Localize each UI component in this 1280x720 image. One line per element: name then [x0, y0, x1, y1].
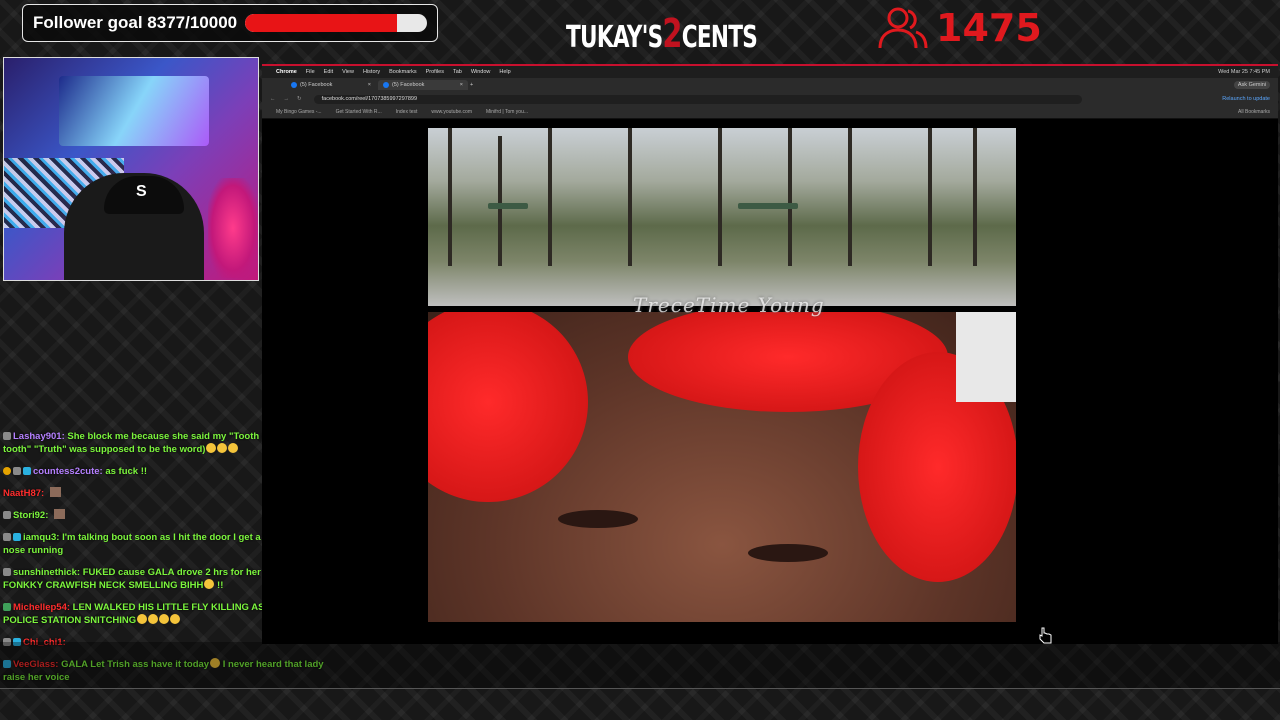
menu-item-view[interactable]: View — [342, 69, 354, 75]
cap-logo-icon: S — [136, 183, 147, 200]
mac-menu-bar: Chrome File Edit View History Bookmarks Profil… — [262, 66, 1278, 78]
follower-goal-label: Follower goal 8377/10000 — [33, 13, 238, 32]
chat-emote-image-icon — [49, 487, 61, 497]
bookmark-item[interactable]: Index test — [396, 109, 418, 115]
reload-icon[interactable]: ↻ — [297, 96, 302, 102]
relaunch-button[interactable]: Relaunch to update — [1222, 96, 1270, 102]
chat-badge-icon — [3, 603, 11, 611]
follower-goal-widget: Follower goal 8377/10000 — [22, 4, 438, 42]
menu-item-window[interactable]: Window — [471, 69, 491, 75]
emoji-icon — [170, 614, 181, 624]
tab-label: (5) Facebook — [392, 82, 425, 88]
facebook-icon — [383, 82, 389, 88]
forward-icon[interactable]: → — [284, 96, 290, 102]
all-bookmarks-button[interactable]: All Bookmarks — [1238, 109, 1270, 115]
logo-two: 2 — [662, 11, 682, 57]
menu-item-chrome[interactable]: Chrome — [276, 69, 297, 75]
chat-username[interactable]: Michellep54 — [13, 602, 67, 613]
chat-badge-icon — [3, 467, 11, 475]
menu-item-help[interactable]: Help — [499, 69, 510, 75]
emoji-icon — [206, 443, 217, 453]
menu-bar-clock: Wed Mar 25 7:45 PM — [1218, 69, 1270, 75]
bookmark-item[interactable]: My Bingo Games -... — [276, 109, 322, 115]
menu-item-tab[interactable]: Tab — [453, 69, 462, 75]
chat-text-suffix: !! — [217, 580, 224, 591]
browser-window: Chrome File Edit View History Bookmarks Profil… — [262, 64, 1278, 644]
chat-badge-icon — [23, 467, 31, 475]
bookmark-item[interactable]: Minifrd | Tom you... — [486, 109, 528, 115]
users-icon — [878, 7, 928, 49]
chat-badge-icon — [13, 467, 21, 475]
tab-label: (5) Facebook — [300, 82, 333, 88]
back-icon[interactable]: ← — [270, 96, 276, 102]
logo-text-right: CENTS — [681, 20, 758, 55]
webcam-feed: S — [3, 57, 259, 281]
chat-text: as fuck !! — [105, 466, 148, 477]
chat-username[interactable]: NaatH87 — [3, 488, 41, 499]
close-icon[interactable]: × — [368, 82, 371, 88]
chat-badge-icon — [13, 533, 21, 541]
video-face-scene — [428, 312, 1016, 622]
video-watermark: TreceTime Young — [633, 293, 825, 317]
video-park-scene — [428, 128, 1016, 306]
bottom-overlay-band — [0, 642, 1280, 689]
channel-logo: TUKAY'S2CENTS — [566, 10, 758, 58]
emoji-icon — [159, 614, 170, 624]
emoji-icon — [137, 614, 148, 624]
webcam-background-screen — [59, 76, 209, 146]
emoji-icon — [228, 443, 239, 453]
chat-username[interactable]: Stori92 — [13, 510, 45, 521]
chat-badge-icon — [3, 533, 11, 541]
webcam-background-light — [208, 178, 258, 278]
chat-badge-icon — [3, 568, 11, 576]
menu-item-bookmarks[interactable]: Bookmarks — [389, 69, 417, 75]
logo-text-left: TUKAY'S — [566, 20, 663, 55]
chat-username[interactable]: Lashay901 — [13, 431, 62, 442]
address-row: ← → ↻ facebook.com/reel/1707385997297899… — [262, 92, 1278, 106]
url-bar[interactable]: facebook.com/reel/1707385997297899 — [313, 94, 1082, 104]
new-tab-button[interactable]: + — [470, 82, 473, 88]
viewer-count: 1475 — [936, 6, 1042, 50]
browser-tab-active[interactable]: (5) Facebook × — [378, 80, 468, 90]
menu-item-history[interactable]: History — [363, 69, 380, 75]
chat-username[interactable]: iamqu3 — [23, 532, 56, 543]
menu-item-profiles[interactable]: Profiles — [426, 69, 444, 75]
close-icon[interactable]: × — [460, 82, 463, 88]
follower-goal-progress-track — [245, 14, 427, 32]
browser-tab[interactable]: (5) Facebook × — [286, 80, 376, 90]
chat-emote-image-icon — [54, 509, 66, 519]
tab-bar: (5) Facebook × (5) Facebook × + Ask Gemi… — [262, 78, 1278, 92]
bookmarks-bar: My Bingo Games -... Get Started With R...… — [262, 106, 1278, 119]
emoji-icon — [204, 579, 215, 589]
menu-item-edit[interactable]: Edit — [324, 69, 333, 75]
bookmark-item[interactable]: www.youtube.com — [431, 109, 472, 115]
emoji-icon — [217, 443, 228, 453]
menu-item-file[interactable]: File — [306, 69, 315, 75]
chat-username[interactable]: sunshinethick — [13, 567, 77, 578]
chat-badge-icon — [3, 432, 11, 440]
follower-goal-progress-fill — [245, 14, 398, 32]
hand-cursor-icon — [1039, 627, 1052, 644]
bookmark-item[interactable]: Get Started With R... — [336, 109, 382, 115]
viewer-counter: 1475 — [876, 6, 1042, 50]
chat-badge-icon — [3, 511, 11, 519]
ask-gemini-button[interactable]: Ask Gemini — [1233, 81, 1270, 89]
emoji-icon — [148, 614, 159, 624]
facebook-reel-video[interactable]: TreceTime Young — [428, 128, 1016, 622]
chat-username[interactable]: countess2cute — [33, 466, 100, 477]
facebook-icon — [291, 82, 297, 88]
